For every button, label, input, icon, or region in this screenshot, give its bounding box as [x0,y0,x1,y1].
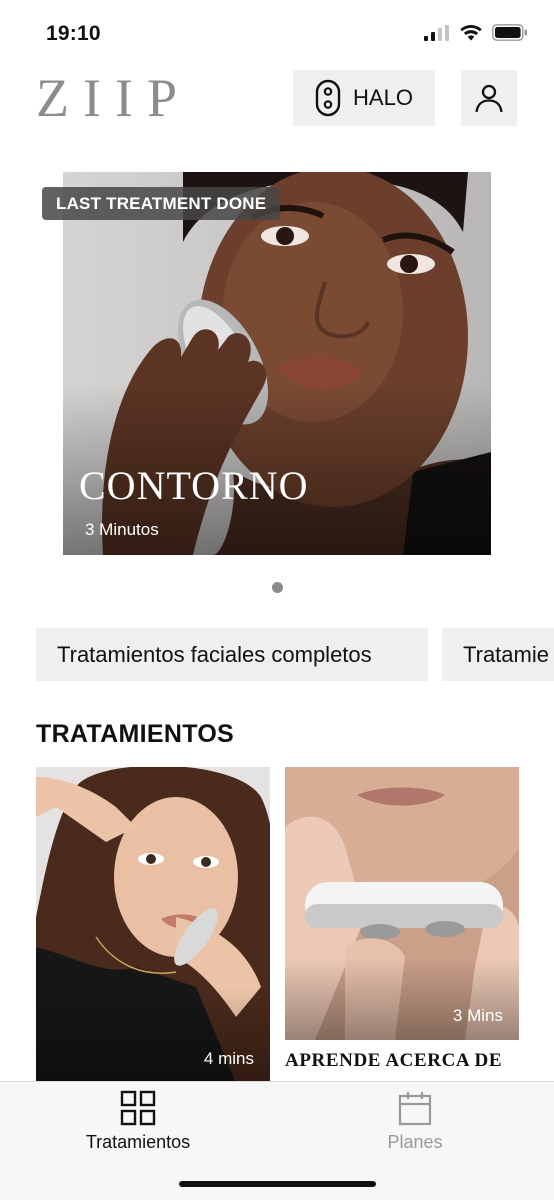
halo-device-icon [315,79,341,117]
status-bar: 19:10 [0,0,554,64]
halo-label: HALO [353,85,413,110]
treatment-photo [285,767,519,1040]
treatment-title[interactable]: APRENDE ACERCA DE [285,1050,502,1072]
treatment-card[interactable]: 4 mins [36,767,270,1083]
home-indicator [179,1181,376,1187]
battery-icon [492,24,527,41]
nav-label: Planes [387,1132,443,1152]
treatment-duration: 3 Mins [452,1006,503,1025]
treatment-card[interactable]: 3 Mins [285,767,519,1040]
halo-device-button[interactable]: HALO [293,70,435,126]
last-treatment-badge: LAST TREATMENT DONE [42,187,281,220]
last-treatment-card[interactable]: CONTORNO 3 Minutos [63,172,491,555]
status-icons [424,24,528,41]
calendar-icon [398,1092,432,1126]
user-icon [475,84,503,113]
wifi-icon [460,25,482,41]
chip-tratamientos[interactable]: Tratamie [442,628,554,681]
carousel-page-indicator[interactable] [272,582,283,593]
hero-title: CONTORNO [79,463,309,508]
treatment-photo [36,767,270,1083]
hero-duration: 3 Minutos [85,520,159,539]
nav-tratamientos[interactable]: Tratamientos [48,1090,228,1153]
nav-planes[interactable]: Planes [325,1090,505,1153]
treatment-duration: 4 mins [203,1049,254,1068]
profile-button[interactable] [461,70,517,126]
nav-label: Tratamientos [85,1132,191,1152]
grid-icon [120,1090,156,1126]
chip-tratamientos-faciales[interactable]: Tratamientos faciales completos [36,628,428,681]
section-title: TRATAMIENTOS [36,720,235,748]
signal-icon [424,24,449,41]
status-time: 19:10 [46,22,101,45]
ziip-logo: ZIIP [36,68,191,128]
